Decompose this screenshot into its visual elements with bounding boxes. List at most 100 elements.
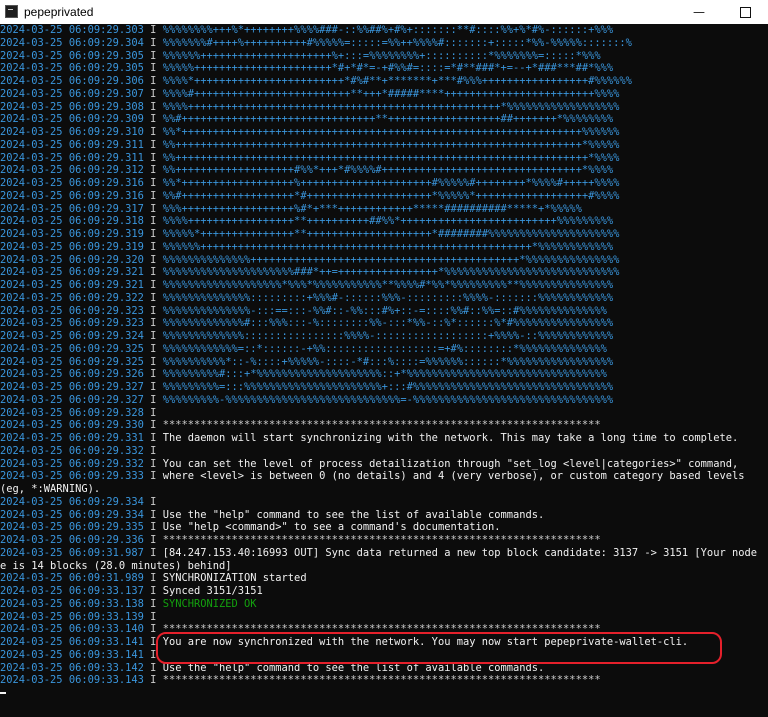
log-level: I [150,432,157,444]
log-timestamp: 2024-03-25 06:09:33.138 [0,597,144,610]
log-line: (eg, *:WARNING). [0,483,768,496]
log-line: 2024-03-25 06:09:31.987 I [84.247.153.40… [0,547,768,560]
log-level: I [150,240,157,253]
log-line: 2024-03-25 06:09:29.331 I The daemon wil… [0,432,768,445]
log-line: 2024-03-25 06:09:29.319 I %%%%%*++++++++… [0,228,768,241]
log-line: 2024-03-25 06:09:29.334 I Use the "help"… [0,509,768,522]
log-line: 2024-03-25 06:09:29.327 I %%%%%%%%%=:::%… [0,381,768,394]
log-timestamp: 2024-03-25 06:09:29.323 [0,304,144,317]
log-line: 2024-03-25 06:09:33.139 I [0,611,768,624]
log-message: ****************************************… [162,674,601,687]
log-timestamp: 2024-03-25 06:09:33.140 [0,623,144,636]
log-message: %%%%%%+++++++++++++++++++++%+:::=%%%%%%%… [162,49,601,62]
minimize-button[interactable]: — [676,0,722,24]
log-timestamp: 2024-03-25 06:09:29.316 [0,177,144,189]
log-timestamp: 2024-03-25 06:09:29.319 [0,240,144,253]
log-message: where <level> is between 0 (no details) … [162,470,745,483]
log-message: %%%++++++++++++++++++%#*+***++++++++++++… [162,202,582,215]
log-line: 2024-03-25 06:09:29.319 I %%%%%%++++++++… [0,241,768,254]
log-message: The daemon will start synchronizing with… [162,432,739,444]
log-level: I [150,49,157,62]
log-level: I [150,534,157,546]
console-output[interactable]: 2024-03-25 06:09:29.303 I %%%%%%%%+++%*+… [0,24,768,717]
log-level: I [150,100,157,113]
log-level: I [150,126,157,138]
title-bar[interactable]: pepeprivated — [0,0,768,24]
log-message: %%%%%*+++++++++++++++**+++++++++++++++++… [162,228,620,240]
log-line: 2024-03-25 06:09:33.142 I Use the "help"… [0,662,768,675]
log-message: Use the "help" command to see the list o… [162,508,545,521]
log-line: 2024-03-25 06:09:33.138 I SYNCHRONIZED O… [0,598,768,611]
log-level: I [150,75,157,87]
log-message: %%%%%++++++++++++++++++++++*#+*#*=-+#%%#… [162,62,614,75]
log-timestamp: 2024-03-25 06:09:29.321 [0,279,144,291]
log-line: 2024-03-25 06:09:29.318 I %%%%++++++++++… [0,215,768,228]
log-line: 2024-03-25 06:09:29.336 I **************… [0,534,768,547]
log-timestamp: 2024-03-25 06:09:33.142 [0,661,144,674]
log-timestamp: 2024-03-25 06:09:29.330 [0,419,144,432]
log-line: 2024-03-25 06:09:29.325 I %%%%%%%%%%%%=:… [0,343,768,356]
log-level: I [150,661,157,674]
log-level: I [150,610,157,623]
log-level: I [150,215,157,228]
log-message: e is 14 blocks (28.0 minutes) behind] [0,559,232,572]
log-timestamp: 2024-03-25 06:09:29.326 [0,368,144,381]
log-timestamp: 2024-03-25 06:09:29.311 [0,138,144,151]
log-level: I [150,648,157,661]
log-level: I [150,674,157,687]
log-timestamp: 2024-03-25 06:09:33.141 [0,648,144,661]
log-level: I [150,151,157,164]
prompt-line[interactable] [0,687,768,700]
log-timestamp: 2024-03-25 06:09:29.312 [0,164,144,177]
log-timestamp: 2024-03-25 06:09:29.323 [0,317,144,330]
log-timestamp: 2024-03-25 06:09:33.141 [0,636,144,648]
log-level: I [150,495,157,508]
log-message: %%%%%%%%%#:::+*%%%%%%%%%%%%%%%%%%%%::+*%… [162,368,607,381]
log-level: I [150,164,157,177]
log-message: %%%%#+++++++++++++++++++++++++**+++*####… [162,87,620,100]
log-message: %%%%%%%#++++%++++++++++#%%%%%=:::::=%%++… [162,36,632,49]
log-level: I [150,266,157,279]
log-line: 2024-03-25 06:09:29.335 I Use "help <com… [0,521,768,534]
log-message: %%%%*++++++++++++++++++++++++*#%#**+****… [162,75,632,87]
log-message: %%%%%%%%%%%%%%%%%%%*%%%*%%%%%%%%%%%**%%%… [162,279,614,291]
log-timestamp: 2024-03-25 06:09:29.321 [0,266,144,279]
log-line: 2024-03-25 06:09:29.311 I %%++++++++++++… [0,152,768,165]
log-timestamp: 2024-03-25 06:09:31.987 [0,546,144,559]
log-line: 2024-03-25 06:09:31.989 I SYNCHRONIZATIO… [0,572,768,585]
log-level: I [150,330,157,342]
log-level: I [150,189,157,202]
log-level: I [150,317,157,330]
log-line: 2024-03-25 06:09:29.310 I %%*+++++++++++… [0,126,768,139]
log-line: 2024-03-25 06:09:29.332 I You can set th… [0,458,768,471]
log-line: 2024-03-25 06:09:29.311 I %%++++++++++++… [0,139,768,152]
log-timestamp: 2024-03-25 06:09:29.320 [0,253,144,266]
log-line: 2024-03-25 06:09:29.305 I %%%%%+++++++++… [0,62,768,75]
log-line: 2024-03-25 06:09:29.303 I %%%%%%%%+++%*+… [0,24,768,37]
log-message: %%%%%%%%%=:::%%%%%%%%%%%%%%%%%%%%%%+:::#… [162,381,614,393]
log-timestamp: 2024-03-25 06:09:29.311 [0,151,144,164]
log-level: I [150,62,157,75]
log-line: 2024-03-25 06:09:29.333 I where <level> … [0,470,768,483]
log-timestamp: 2024-03-25 06:09:29.328 [0,406,144,419]
log-level: I [150,253,157,266]
log-timestamp: 2024-03-25 06:09:29.322 [0,291,144,304]
log-timestamp: 2024-03-25 06:09:29.306 [0,75,144,87]
log-message: (eg, *:WARNING). [0,483,101,495]
log-message: %%+++++++++++++++++++#%%*+++*#%%%%#+++++… [162,164,614,177]
log-line: 2024-03-25 06:09:29.321 I %%%%%%%%%%%%%%… [0,279,768,292]
log-timestamp: 2024-03-25 06:09:29.310 [0,126,144,138]
log-message: You are now synchronized with the networ… [162,636,689,648]
log-timestamp: 2024-03-25 06:09:29.318 [0,215,144,228]
log-line: 2024-03-25 06:09:33.141 I You are now sy… [0,636,768,649]
log-level: I [150,585,157,597]
log-line: 2024-03-25 06:09:29.328 I [0,407,768,420]
log-timestamp: 2024-03-25 06:09:29.325 [0,342,144,355]
log-line: 2024-03-25 06:09:33.143 I **************… [0,674,768,687]
log-level: I [150,202,157,215]
log-timestamp: 2024-03-25 06:09:29.334 [0,495,144,508]
maximize-button[interactable] [722,0,768,24]
log-line: 2024-03-25 06:09:33.140 I **************… [0,623,768,636]
maximize-icon [739,7,751,18]
log-message: %%++++++++++++++++++++++++++++++++++++++… [162,151,620,164]
